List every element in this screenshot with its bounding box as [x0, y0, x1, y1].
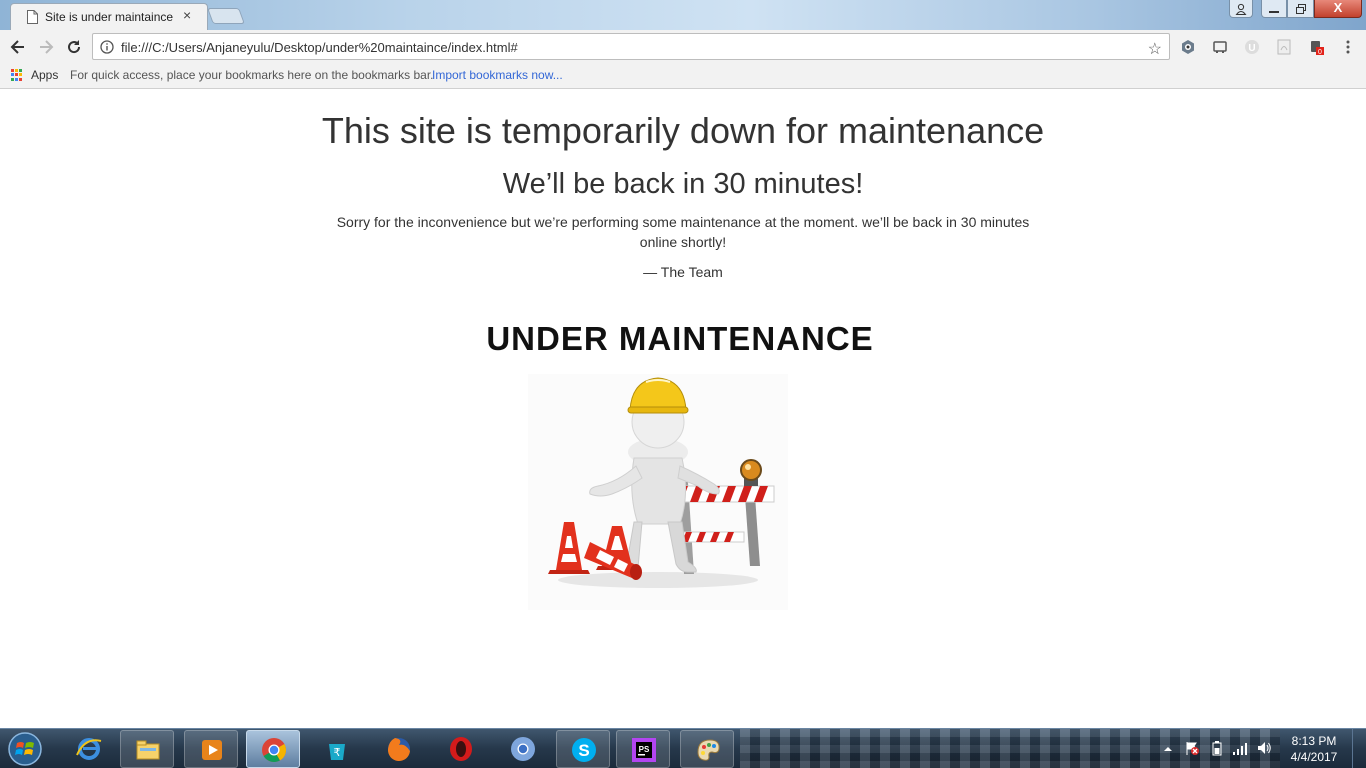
- action-center-flag-icon[interactable]: [1184, 740, 1200, 756]
- restore-button[interactable]: [1287, 0, 1314, 18]
- folder-icon: [136, 740, 160, 760]
- network-signal-icon[interactable]: [1232, 740, 1248, 756]
- chrome-icon: [262, 738, 287, 763]
- bookmarks-hint: For quick access, place your bookmarks h…: [70, 68, 434, 82]
- svg-text:₹: ₹: [334, 746, 341, 759]
- phpstorm-icon: PS: [632, 738, 656, 762]
- browser-tab-strip: Site is under maintaince × X: [0, 0, 1366, 30]
- ublock-icon[interactable]: U: [1244, 39, 1260, 55]
- restore-icon: [1295, 4, 1306, 14]
- taskbar-paint[interactable]: [680, 730, 734, 768]
- taskbar-firefox[interactable]: [372, 730, 426, 768]
- start-button-icon[interactable]: [5, 731, 45, 767]
- extension-eye-icon[interactable]: [1180, 39, 1196, 55]
- taskbar-file-explorer[interactable]: [120, 730, 174, 768]
- clock-time: 8:13 PM: [1291, 734, 1337, 748]
- page-content: This site is temporarily down for mainte…: [0, 90, 1366, 728]
- media-player-icon: [202, 740, 222, 760]
- url-text[interactable]: file:///C:/Users/Anjaneyulu/Desktop/unde…: [121, 40, 518, 55]
- internet-explorer-icon: [76, 738, 102, 760]
- user-icon: [1235, 3, 1247, 15]
- signature: — The Team: [643, 264, 723, 280]
- battery-icon[interactable]: [1210, 740, 1224, 756]
- taskbar-internet-explorer[interactable]: [62, 730, 116, 768]
- page-heading: This site is temporarily down for mainte…: [321, 110, 1045, 151]
- bookmark-star-icon[interactable]: ☆: [1148, 39, 1162, 59]
- import-bookmarks-link[interactable]: Import bookmarks now...: [432, 68, 563, 82]
- taskbar-chromium[interactable]: [496, 730, 550, 768]
- page-subheading: We’ll be back in 30 minutes!: [502, 168, 864, 200]
- maintenance-worker-illustration: [528, 374, 788, 610]
- extension-badge-icon[interactable]: 0: [1308, 39, 1324, 55]
- forward-arrow-icon[interactable]: [36, 37, 56, 57]
- menu-icon[interactable]: [1340, 39, 1356, 55]
- new-tab-button[interactable]: [207, 8, 245, 24]
- taskbar-skype[interactable]: S: [556, 730, 610, 768]
- show-hidden-icons-icon[interactable]: [1162, 743, 1174, 755]
- windows-taskbar: ₹ S PS 8:13 PM 4/4/2017: [0, 728, 1366, 768]
- document-icon: [27, 10, 38, 24]
- address-bar[interactable]: file:///C:/Users/Anjaneyulu/Desktop/unde…: [92, 33, 1170, 60]
- skype-icon: S: [572, 738, 596, 762]
- reload-icon[interactable]: [64, 37, 84, 57]
- firefox-icon: [387, 738, 410, 762]
- bookmarks-bar: Apps For quick access, place your bookma…: [0, 64, 1366, 89]
- tab-close-icon[interactable]: ×: [183, 7, 191, 23]
- tab-title: Site is under maintaince: [45, 10, 174, 24]
- taskbar-shopping[interactable]: ₹: [310, 730, 364, 768]
- profile-button[interactable]: [1229, 0, 1253, 18]
- cast-icon[interactable]: [1212, 39, 1228, 55]
- svg-text:PS: PS: [639, 745, 650, 754]
- taskbar-opera[interactable]: [434, 730, 488, 768]
- minimize-icon: [1269, 11, 1279, 13]
- svg-text:U: U: [1248, 43, 1255, 54]
- volume-icon[interactable]: [1256, 740, 1272, 756]
- browser-tab[interactable]: Site is under maintaince ×: [10, 3, 208, 30]
- paint-palette-icon: [697, 739, 720, 761]
- shopping-bag-icon: ₹: [329, 744, 345, 760]
- back-arrow-icon[interactable]: [8, 37, 28, 57]
- browser-toolbar: file:///C:/Users/Anjaneyulu/Desktop/unde…: [0, 30, 1366, 64]
- opera-icon: [450, 737, 472, 761]
- pdf-icon[interactable]: [1276, 39, 1292, 55]
- window-close-button[interactable]: X: [1314, 0, 1362, 18]
- show-desktop-button[interactable]: [1352, 729, 1366, 768]
- taskbar-clock[interactable]: 8:13 PM 4/4/2017: [1280, 733, 1348, 765]
- chromium-icon: [511, 737, 535, 761]
- taskbar-media-player[interactable]: [184, 730, 238, 768]
- extension-badge-count: 0: [1318, 49, 1322, 55]
- info-icon[interactable]: [100, 40, 114, 54]
- minimize-button[interactable]: [1261, 0, 1287, 18]
- apps-grid-icon[interactable]: [11, 69, 23, 81]
- taskbar-chrome[interactable]: [246, 730, 300, 768]
- clock-date: 4/4/2017: [1290, 750, 1338, 764]
- apps-shortcut[interactable]: Apps: [31, 68, 58, 82]
- taskbar-phpstorm[interactable]: PS: [616, 730, 670, 768]
- under-maintenance-title: UNDER MAINTENANCE: [486, 320, 874, 357]
- maintenance-message: Sorry for the inconvenience but we’re pe…: [336, 214, 1030, 250]
- svg-text:S: S: [578, 741, 589, 760]
